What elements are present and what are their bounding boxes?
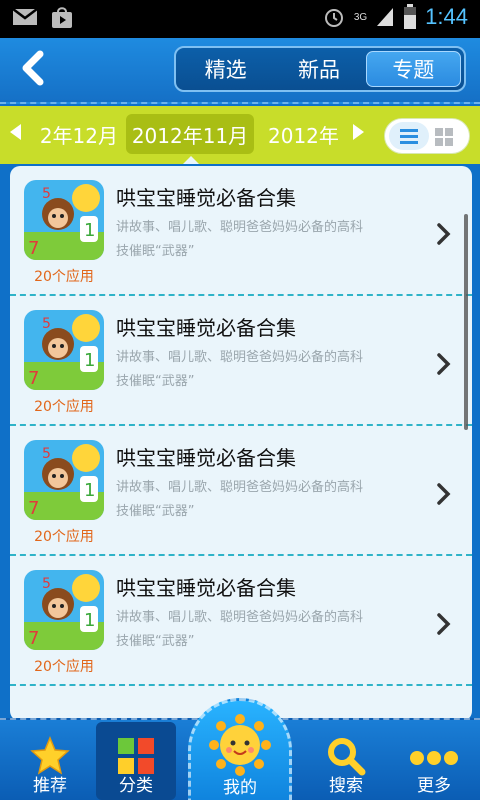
svg-text:5: 5 xyxy=(42,186,51,202)
nav-category[interactable]: 分类 xyxy=(96,722,176,800)
month-current[interactable]: 2012年11月 xyxy=(126,114,254,154)
topic-list: 1 7 5 20个应用 哄宝宝睡觉必备合集 讲故事、唱儿歌、聪明爸爸妈妈必备的高… xyxy=(10,166,472,721)
more-icon xyxy=(410,751,458,765)
item-title: 哄宝宝睡觉必备合集 xyxy=(116,186,296,210)
battery-icon xyxy=(404,4,417,29)
back-arrow-icon[interactable] xyxy=(12,46,56,90)
svg-text:5: 5 xyxy=(42,576,51,592)
chevron-right-icon xyxy=(437,353,451,375)
svg-text:1: 1 xyxy=(84,220,95,241)
nav-search[interactable]: 搜索 xyxy=(306,722,386,800)
signal-icon xyxy=(377,8,394,26)
desc-line: 技催眠“武器” xyxy=(116,374,195,389)
current-month-caret xyxy=(182,156,200,164)
svg-text:1: 1 xyxy=(84,350,95,371)
nav-mine[interactable]: 我的 xyxy=(188,698,292,800)
chevron-right-icon xyxy=(437,483,451,505)
item-description: 讲故事、唱儿歌、聪明爸爸妈妈必备的高科 技催眠“武器” xyxy=(116,606,416,654)
tab-topics[interactable]: 专题 xyxy=(365,51,461,87)
grid-view-icon[interactable] xyxy=(435,128,453,146)
app-collection-icon: 1 7 5 xyxy=(24,180,104,260)
list-view-icon[interactable] xyxy=(389,122,429,150)
scrollbar[interactable] xyxy=(464,214,468,430)
top-header: 精选 新品 专题 xyxy=(0,38,480,104)
item-title: 哄宝宝睡觉必备合集 xyxy=(116,316,296,340)
svg-text:5: 5 xyxy=(42,316,51,332)
sun-icon xyxy=(209,714,271,776)
clock: 1:44 xyxy=(425,4,468,29)
app-collection-icon: 1 7 5 xyxy=(24,310,104,390)
app-count: 20个应用 xyxy=(34,659,94,675)
nav-recommend[interactable]: 推荐 xyxy=(10,722,90,800)
list-item[interactable]: 1 7 5 20个应用 哄宝宝睡觉必备合集 讲故事、唱儿歌、聪明爸爸妈妈必备的高… xyxy=(10,426,472,556)
month-selector: 2年12月 2012年11月 2012年 xyxy=(0,106,480,164)
chevron-right-icon xyxy=(437,613,451,635)
list-item[interactable]: 1 7 5 20个应用 哄宝宝睡觉必备合集 讲故事、唱儿歌、聪明爸爸妈妈必备的高… xyxy=(10,556,472,686)
nav-label: 分类 xyxy=(119,776,153,796)
view-toggle xyxy=(384,118,470,154)
tab-new[interactable]: 新品 xyxy=(272,51,365,87)
status-bar: 3G 1:44 xyxy=(0,0,480,38)
month-next[interactable]: 2012年 xyxy=(268,114,348,154)
search-icon xyxy=(328,738,366,776)
app-count: 20个应用 xyxy=(34,529,94,545)
svg-text:7: 7 xyxy=(28,238,39,259)
svg-text:7: 7 xyxy=(28,628,39,649)
category-icon xyxy=(118,738,154,774)
desc-line: 讲故事、唱儿歌、聪明爸爸妈妈必备的高科 xyxy=(116,480,364,495)
nav-label: 推荐 xyxy=(33,776,67,796)
nav-label: 更多 xyxy=(417,776,451,796)
item-description: 讲故事、唱儿歌、聪明爸爸妈妈必备的高科 技催眠“武器” xyxy=(116,216,416,264)
svg-text:1: 1 xyxy=(84,610,95,631)
desc-line: 讲故事、唱儿歌、聪明爸爸妈妈必备的高科 xyxy=(116,220,364,235)
desc-line: 讲故事、唱儿歌、聪明爸爸妈妈必备的高科 xyxy=(116,350,364,365)
svg-text:1: 1 xyxy=(84,480,95,501)
app-count: 20个应用 xyxy=(34,269,94,285)
item-description: 讲故事、唱儿歌、聪明爸爸妈妈必备的高科 技催眠“武器” xyxy=(116,476,416,524)
segment-tabs: 精选 新品 专题 xyxy=(174,46,466,92)
item-description: 讲故事、唱儿歌、聪明爸爸妈妈必备的高科 技催眠“武器” xyxy=(116,346,416,394)
list-item[interactable]: 1 7 5 20个应用 哄宝宝睡觉必备合集 讲故事、唱儿歌、聪明爸爸妈妈必备的高… xyxy=(10,166,472,296)
next-month-arrow-icon[interactable] xyxy=(353,124,364,140)
store-icon xyxy=(52,7,72,28)
item-title: 哄宝宝睡觉必备合集 xyxy=(116,576,296,600)
alarm-icon xyxy=(324,9,343,27)
svg-text:7: 7 xyxy=(28,498,39,519)
desc-line: 讲故事、唱儿歌、聪明爸爸妈妈必备的高科 xyxy=(116,610,364,625)
desc-line: 技催眠“武器” xyxy=(116,504,195,519)
tab-featured[interactable]: 精选 xyxy=(179,51,272,87)
item-title: 哄宝宝睡觉必备合集 xyxy=(116,446,296,470)
desc-line: 技催眠“武器” xyxy=(116,634,195,649)
chevron-right-icon xyxy=(437,223,451,245)
gmail-icon xyxy=(12,8,38,25)
month-prev[interactable]: 2年12月 xyxy=(26,114,118,154)
prev-month-arrow-icon[interactable] xyxy=(10,124,21,140)
desc-line: 技催眠“武器” xyxy=(116,244,195,259)
app-collection-icon: 1 7 5 xyxy=(24,440,104,520)
nav-more[interactable]: 更多 xyxy=(394,722,474,800)
list-item[interactable]: 1 7 5 20个应用 哄宝宝睡觉必备合集 讲故事、唱儿歌、聪明爸爸妈妈必备的高… xyxy=(10,296,472,426)
app-count: 20个应用 xyxy=(34,399,94,415)
star-icon xyxy=(30,736,70,775)
svg-text:5: 5 xyxy=(42,446,51,462)
bottom-nav: 推荐 分类 我的 搜索 更多 xyxy=(0,698,480,800)
svg-text:7: 7 xyxy=(28,368,39,389)
nav-label: 搜索 xyxy=(329,776,363,796)
network-type: 3G xyxy=(353,11,368,23)
app-collection-icon: 1 7 5 xyxy=(24,570,104,650)
nav-label: 我的 xyxy=(223,778,257,798)
